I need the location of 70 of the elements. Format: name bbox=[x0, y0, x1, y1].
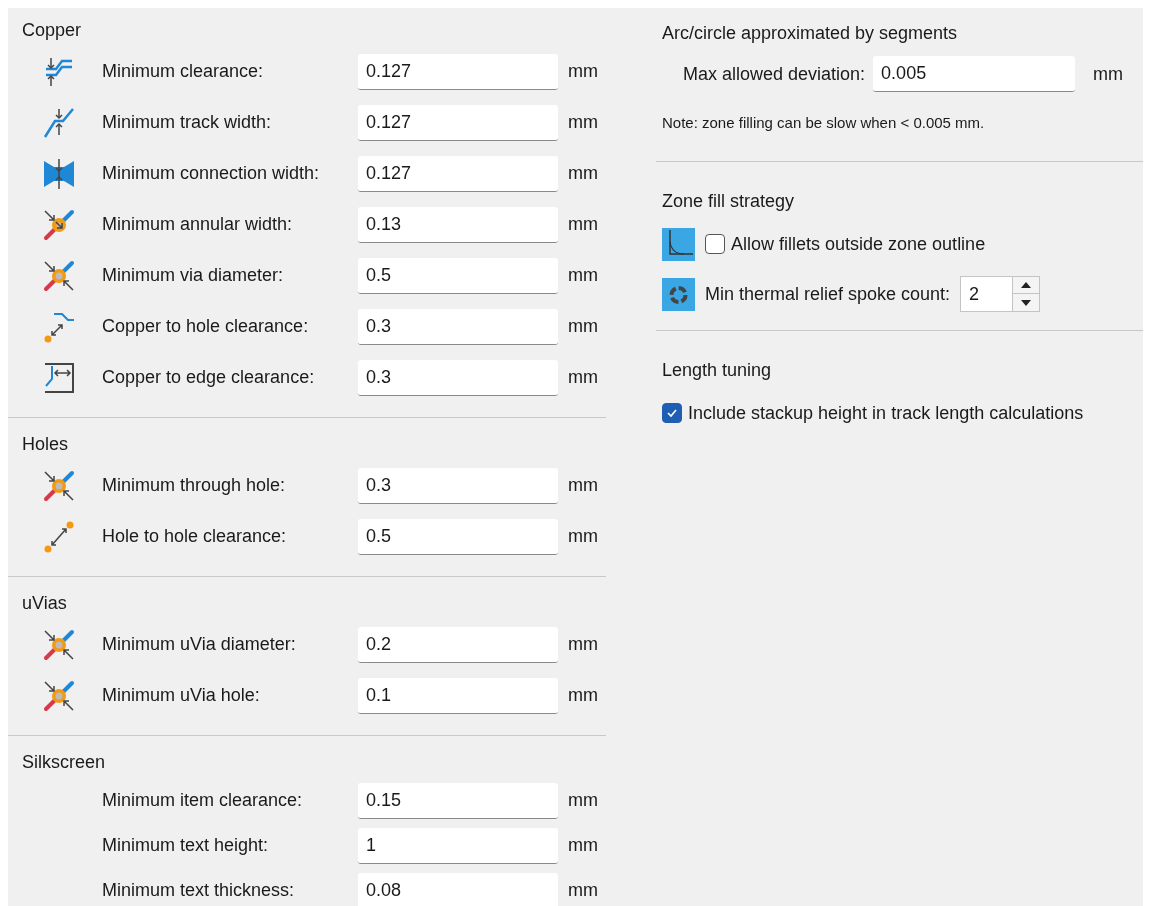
input-field[interactable]: 0.15 bbox=[358, 782, 558, 819]
unit-label: mm bbox=[567, 163, 598, 184]
unit-label: mm bbox=[567, 835, 598, 856]
connection-width-icon bbox=[42, 156, 76, 191]
hole-clearance-icon bbox=[42, 519, 76, 554]
checkbox[interactable]: Include stackup height in track length calculations bbox=[662, 402, 1084, 424]
decrement-icon[interactable] bbox=[1012, 294, 1041, 312]
via-icon bbox=[42, 468, 76, 503]
field-label: Max allowed deviation: bbox=[683, 63, 866, 85]
field-label: Minimum uVia hole: bbox=[102, 685, 261, 706]
section-title: Holes bbox=[21, 433, 70, 456]
input-field[interactable]: 0.13 bbox=[358, 206, 558, 243]
unit-label: mm bbox=[567, 112, 598, 133]
section-title: Silkscreen bbox=[21, 751, 107, 774]
unit-label: mm bbox=[567, 475, 598, 496]
unit-label: mm bbox=[567, 880, 598, 901]
section-title: Copper bbox=[21, 19, 83, 42]
input-field[interactable]: 0.127 bbox=[358, 104, 558, 141]
field-label: Minimum item clearance: bbox=[102, 790, 304, 811]
via-icon bbox=[42, 207, 76, 242]
unit-label: mm bbox=[567, 61, 598, 82]
unit-label: mm bbox=[567, 685, 598, 706]
edge-clearance-icon bbox=[42, 360, 76, 395]
section-title: Arc/circle approximated by segments bbox=[662, 22, 959, 45]
unit-label: mm bbox=[567, 316, 598, 337]
field-label: Copper to hole clearance: bbox=[102, 316, 310, 337]
field-label: Copper to edge clearance: bbox=[102, 367, 316, 388]
unit-label: mm bbox=[1092, 63, 1124, 85]
unit-label: mm bbox=[567, 367, 598, 388]
input-field[interactable]: 0.3 bbox=[358, 308, 558, 345]
field-label: Minimum text height: bbox=[102, 835, 270, 856]
input-field[interactable]: 1 bbox=[358, 827, 558, 864]
via-icon bbox=[42, 627, 76, 662]
input-field[interactable]: 0.08 bbox=[358, 872, 558, 906]
field-label: Hole to hole clearance: bbox=[102, 526, 288, 547]
field-label: Minimum track width: bbox=[102, 112, 273, 133]
input-field[interactable]: 0.127 bbox=[358, 155, 558, 192]
unit-label: mm bbox=[567, 634, 598, 655]
input-field[interactable]: 0.3 bbox=[358, 467, 558, 504]
increment-icon[interactable] bbox=[1012, 276, 1041, 294]
note-text: Note: zone filling can be slow when < 0.005 mm. bbox=[662, 113, 986, 133]
via-icon bbox=[42, 258, 76, 293]
field-label: Minimum text thickness: bbox=[102, 880, 296, 901]
unit-label: mm bbox=[567, 526, 598, 547]
input-field[interactable]: 0.005 bbox=[873, 56, 1076, 92]
spin-box[interactable]: 2 bbox=[960, 276, 1013, 312]
input-field[interactable]: 0.127 bbox=[358, 53, 558, 90]
input-field[interactable]: 0.5 bbox=[358, 518, 558, 555]
input-field[interactable]: 0.2 bbox=[358, 626, 558, 663]
fillet-icon bbox=[662, 227, 695, 261]
unit-label: mm bbox=[567, 265, 598, 286]
input-field[interactable]: 0.5 bbox=[358, 257, 558, 294]
unit-label: mm bbox=[567, 790, 598, 811]
field-label: Min thermal relief spoke count: bbox=[705, 283, 951, 305]
section-title: Length tuning bbox=[662, 359, 773, 382]
field-label: Minimum uVia diameter: bbox=[102, 634, 297, 655]
input-field[interactable]: 0.1 bbox=[358, 677, 558, 714]
field-label: Minimum annular width: bbox=[102, 214, 294, 235]
field-label: Minimum clearance: bbox=[102, 61, 265, 82]
unit-label: mm bbox=[567, 214, 598, 235]
thermal-relief-icon bbox=[662, 277, 695, 311]
checkbox[interactable]: Allow fillets outside zone outline bbox=[705, 233, 986, 255]
field-label: Minimum via diameter: bbox=[102, 265, 285, 286]
field-label: Minimum connection width: bbox=[102, 163, 321, 184]
field-label: Minimum through hole: bbox=[102, 475, 287, 496]
check-icon bbox=[666, 407, 678, 419]
via-icon bbox=[42, 678, 76, 713]
section-title: Zone fill strategy bbox=[662, 190, 796, 213]
input-field[interactable]: 0.3 bbox=[358, 359, 558, 396]
section-title: uVias bbox=[21, 592, 68, 615]
